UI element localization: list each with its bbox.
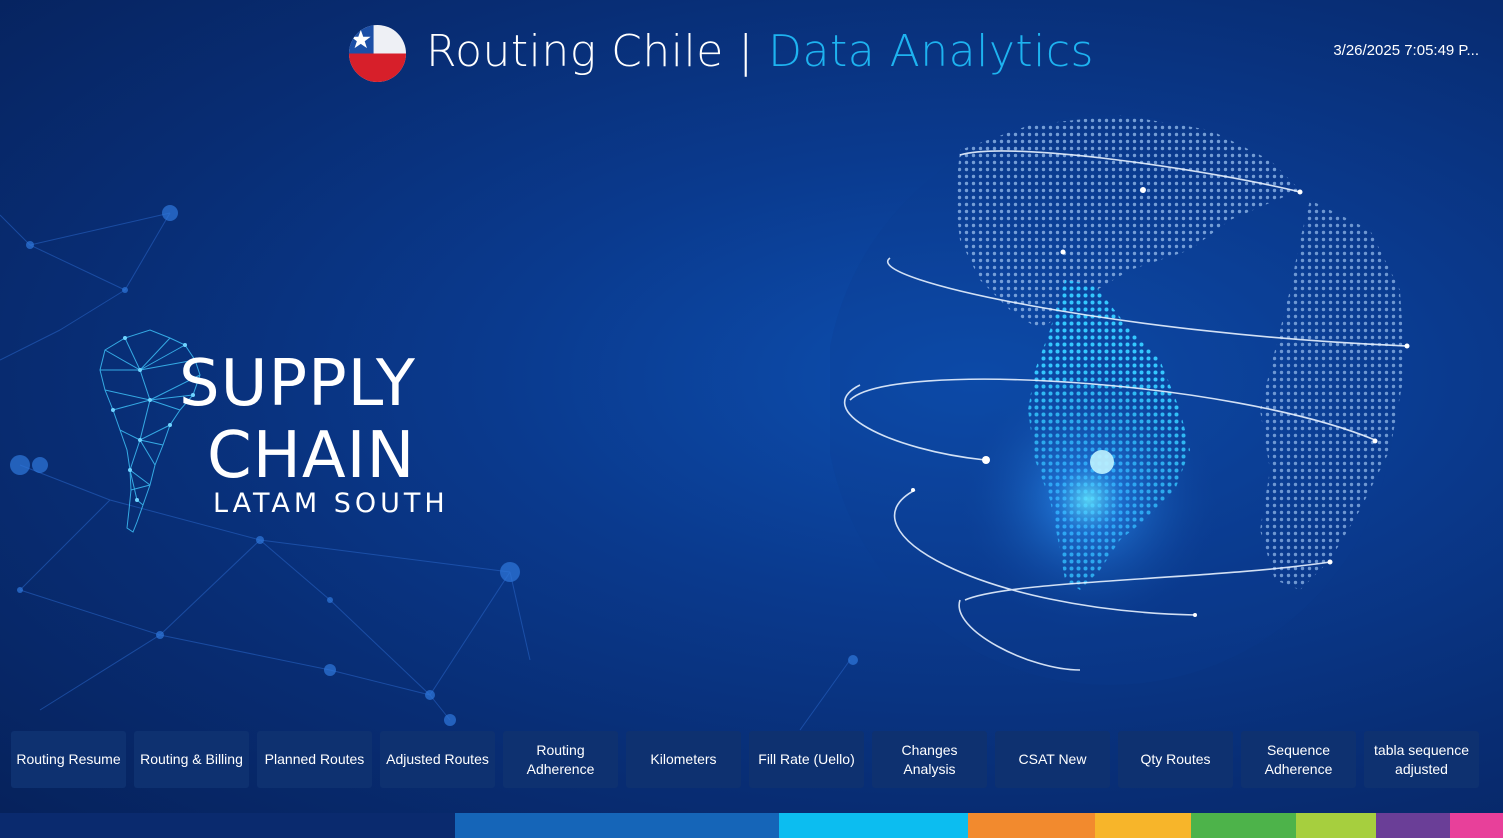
strip-segment	[1095, 813, 1191, 838]
brand-line-chain: CHAIN	[207, 419, 416, 493]
nav-button-sequence-adherence[interactable]: Sequence Adherence	[1241, 731, 1356, 788]
chile-flag-icon	[348, 24, 407, 83]
strip-segment	[455, 813, 779, 838]
header-bar: Routing Chile | Data Analytics 3/26/2025…	[0, 0, 1503, 104]
brand-line-supply: SUPPLY	[179, 347, 416, 421]
strip-segment	[0, 813, 455, 838]
strip-segment	[779, 813, 968, 838]
nav-button-qty-routes[interactable]: Qty Routes	[1118, 731, 1233, 788]
strip-segment	[1191, 813, 1296, 838]
nav-button-csat-new[interactable]: CSAT New	[995, 731, 1110, 788]
title-separator: |	[738, 26, 754, 77]
nav-button-bar: Routing Resume Routing & Billing Planned…	[11, 731, 1486, 789]
timestamp: 3/26/2025 7:05:49 P...	[1333, 42, 1479, 59]
nav-button-adjusted-routes[interactable]: Adjusted Routes	[380, 731, 495, 788]
nav-button-routing-billing[interactable]: Routing & Billing	[134, 731, 249, 788]
brand-line-latam-south: LATAM SOUTH	[213, 488, 449, 519]
strip-segment	[968, 813, 1095, 838]
nav-button-routing-adherence[interactable]: Routing Adherence	[503, 731, 618, 788]
strip-segment	[1296, 813, 1376, 838]
page-title: Routing Chile | Data Analytics	[426, 24, 1094, 80]
nav-button-fill-rate[interactable]: Fill Rate (Uello)	[749, 731, 864, 788]
bottom-color-strip	[0, 813, 1503, 838]
nav-button-routing-resume[interactable]: Routing Resume	[11, 731, 126, 788]
nav-button-tabla-sequence-adjusted[interactable]: tabla sequence adjusted	[1364, 731, 1479, 788]
nav-button-kilometers[interactable]: Kilometers	[626, 731, 741, 788]
supply-chain-logo: SUPPLY CHAIN LATAM SOUTH	[95, 300, 495, 540]
title-accent: Data Analytics	[768, 26, 1094, 77]
nav-button-changes-analysis[interactable]: Changes Analysis	[872, 731, 987, 788]
strip-segment	[1450, 813, 1503, 838]
strip-segment	[1376, 813, 1450, 838]
nav-button-planned-routes[interactable]: Planned Routes	[257, 731, 372, 788]
title-main: Routing Chile	[426, 26, 724, 77]
globe-illustration	[830, 115, 1410, 685]
